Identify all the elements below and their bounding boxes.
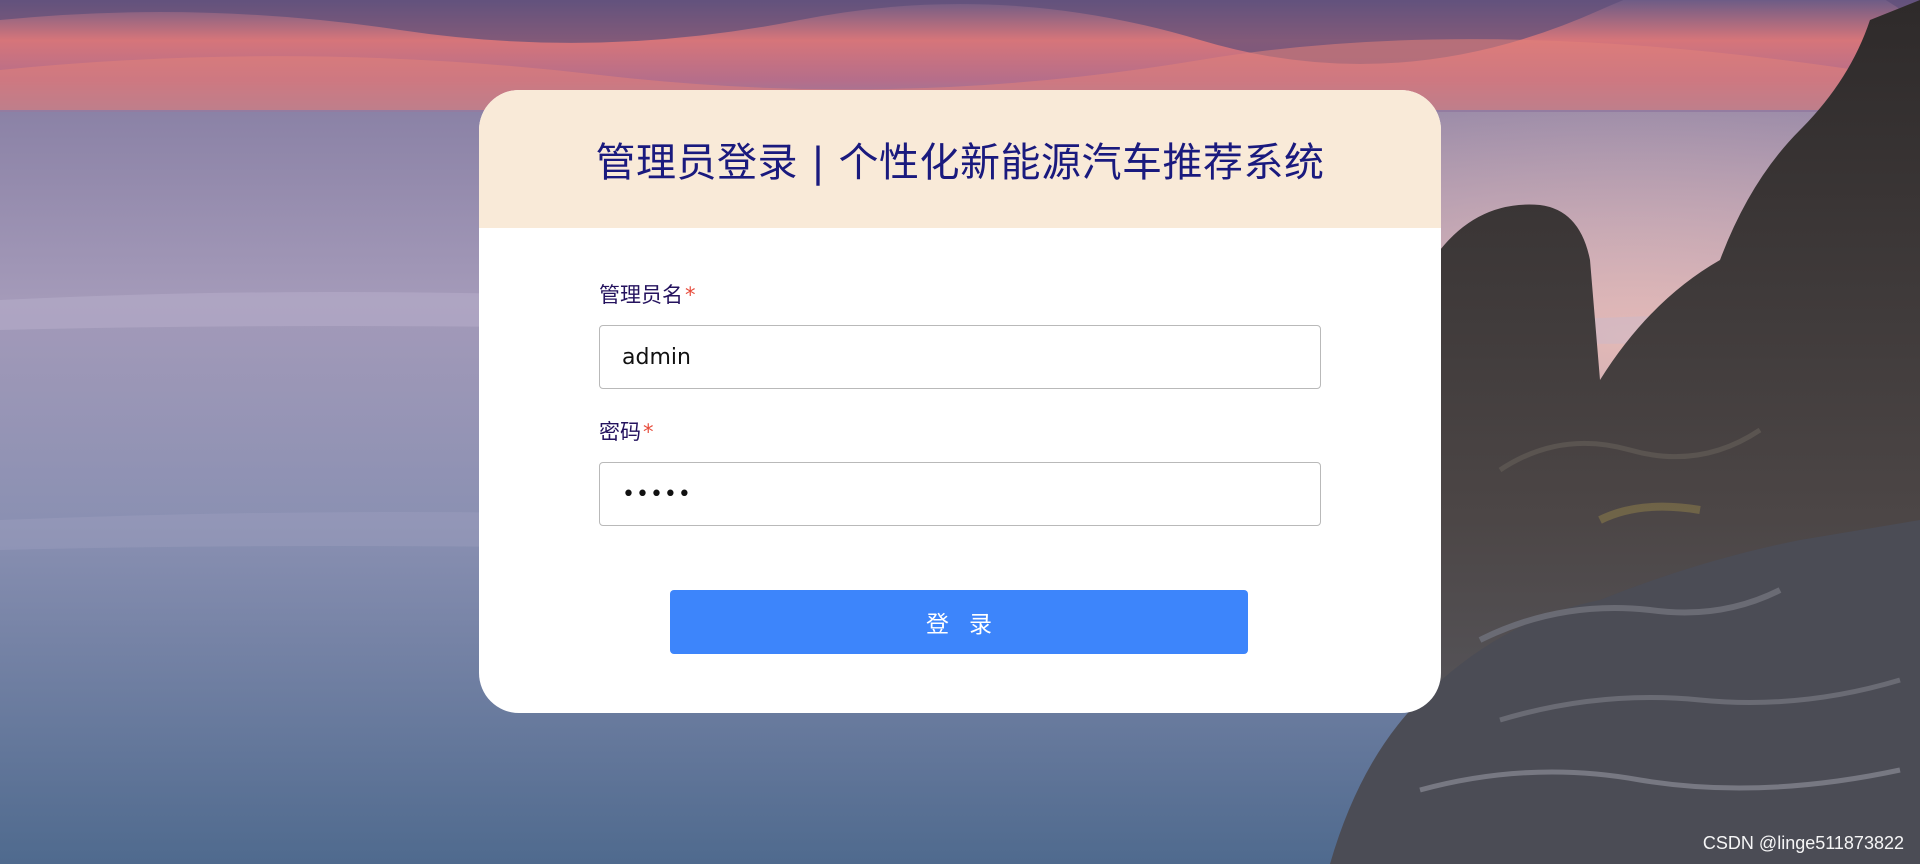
login-card: 管理员登录 | 个性化新能源汽车推荐系统 管理员名* 密码* 登录 (479, 90, 1441, 713)
page-title: 管理员登录 | 个性化新能源汽车推荐系统 (595, 140, 1325, 186)
password-group: 密码* (599, 417, 1321, 526)
username-group: 管理员名* (599, 280, 1321, 389)
login-form: 管理员名* 密码* (599, 280, 1321, 554)
password-label: 密码* (599, 417, 1321, 447)
username-input[interactable] (599, 325, 1321, 389)
username-label: 管理员名* (599, 280, 1321, 310)
login-header: 管理员登录 | 个性化新能源汽车推荐系统 (479, 90, 1441, 228)
username-label-text: 管理员名 (599, 283, 683, 307)
password-label-text: 密码 (599, 420, 641, 444)
required-mark: * (643, 420, 654, 444)
password-input[interactable] (599, 462, 1321, 526)
login-button[interactable]: 登录 (670, 590, 1248, 654)
required-mark: * (685, 283, 696, 307)
watermark-text: CSDN @linge511873822 (1702, 833, 1904, 853)
